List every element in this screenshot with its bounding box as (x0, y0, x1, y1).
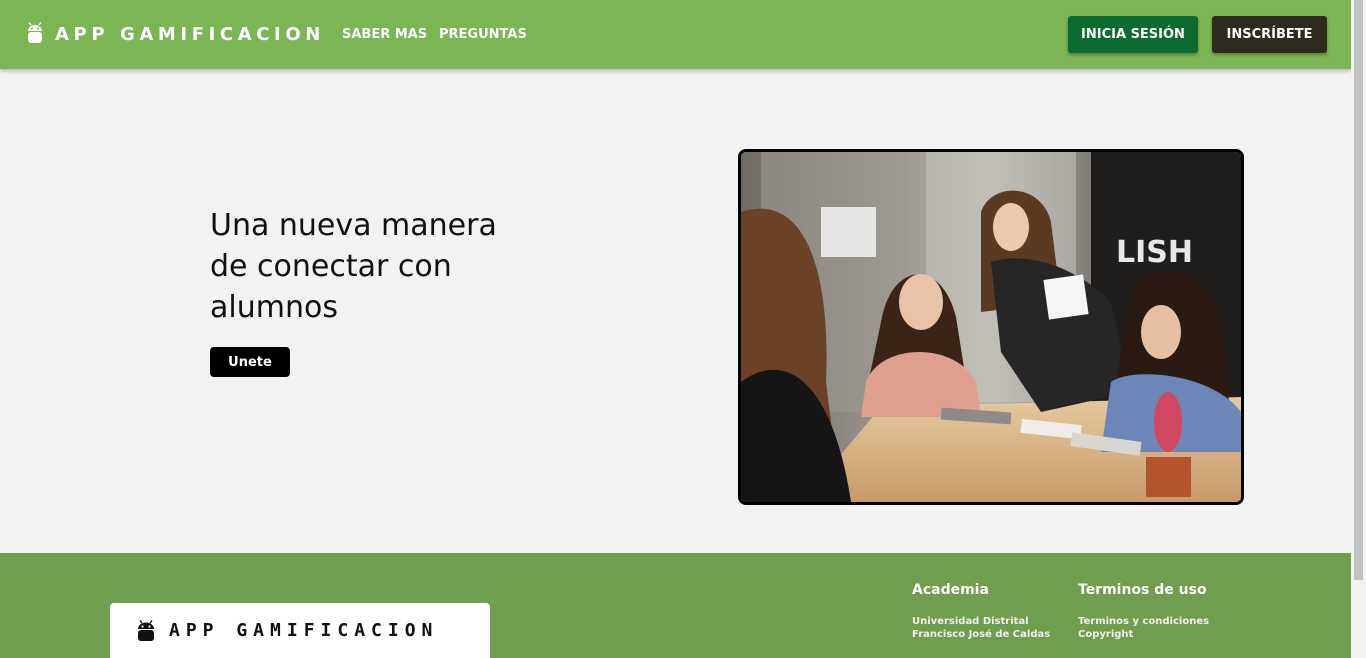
footer-link-universidad[interactable]: Universidad Distrital Francisco José de … (912, 615, 1052, 641)
footer-logo-card[interactable]: APP GAMIFICACION (110, 603, 490, 658)
android-icon (137, 620, 155, 646)
join-button[interactable]: Unete (210, 347, 290, 377)
login-button[interactable]: INICIA SESIÓN (1068, 16, 1198, 53)
signup-button[interactable]: INSCRÍBETE (1212, 16, 1327, 53)
brand-name: APP GAMIFICACION (55, 24, 325, 45)
svg-text:LISH: LISH (1116, 235, 1193, 270)
android-icon (27, 21, 43, 48)
footer: APP GAMIFICACION Academia Universidad Di… (0, 553, 1351, 658)
nav-preguntas[interactable]: PREGUNTAS (439, 0, 527, 69)
top-navbar: APP GAMIFICACION SABER MAS PREGUNTAS INI… (0, 0, 1351, 69)
footer-title-terminos: Terminos de uso (1078, 582, 1207, 598)
footer-title-academia: Academia (912, 582, 989, 598)
nav-saber-mas[interactable]: SABER MAS (342, 0, 427, 69)
brand-logo[interactable]: APP GAMIFICACION (27, 0, 325, 69)
classroom-photo: LISH (738, 149, 1244, 505)
footer-link-terminos[interactable]: Terminos y condiciones (1078, 615, 1209, 628)
scrollbar-thumb[interactable] (1354, 0, 1363, 580)
hero-title: Una nueva manera de conectar con alumnos (210, 208, 497, 325)
footer-link-copyright[interactable]: Copyright (1078, 628, 1133, 641)
page-scrollbar[interactable] (1351, 0, 1366, 658)
footer-brand-name: APP GAMIFICACION (169, 620, 439, 641)
